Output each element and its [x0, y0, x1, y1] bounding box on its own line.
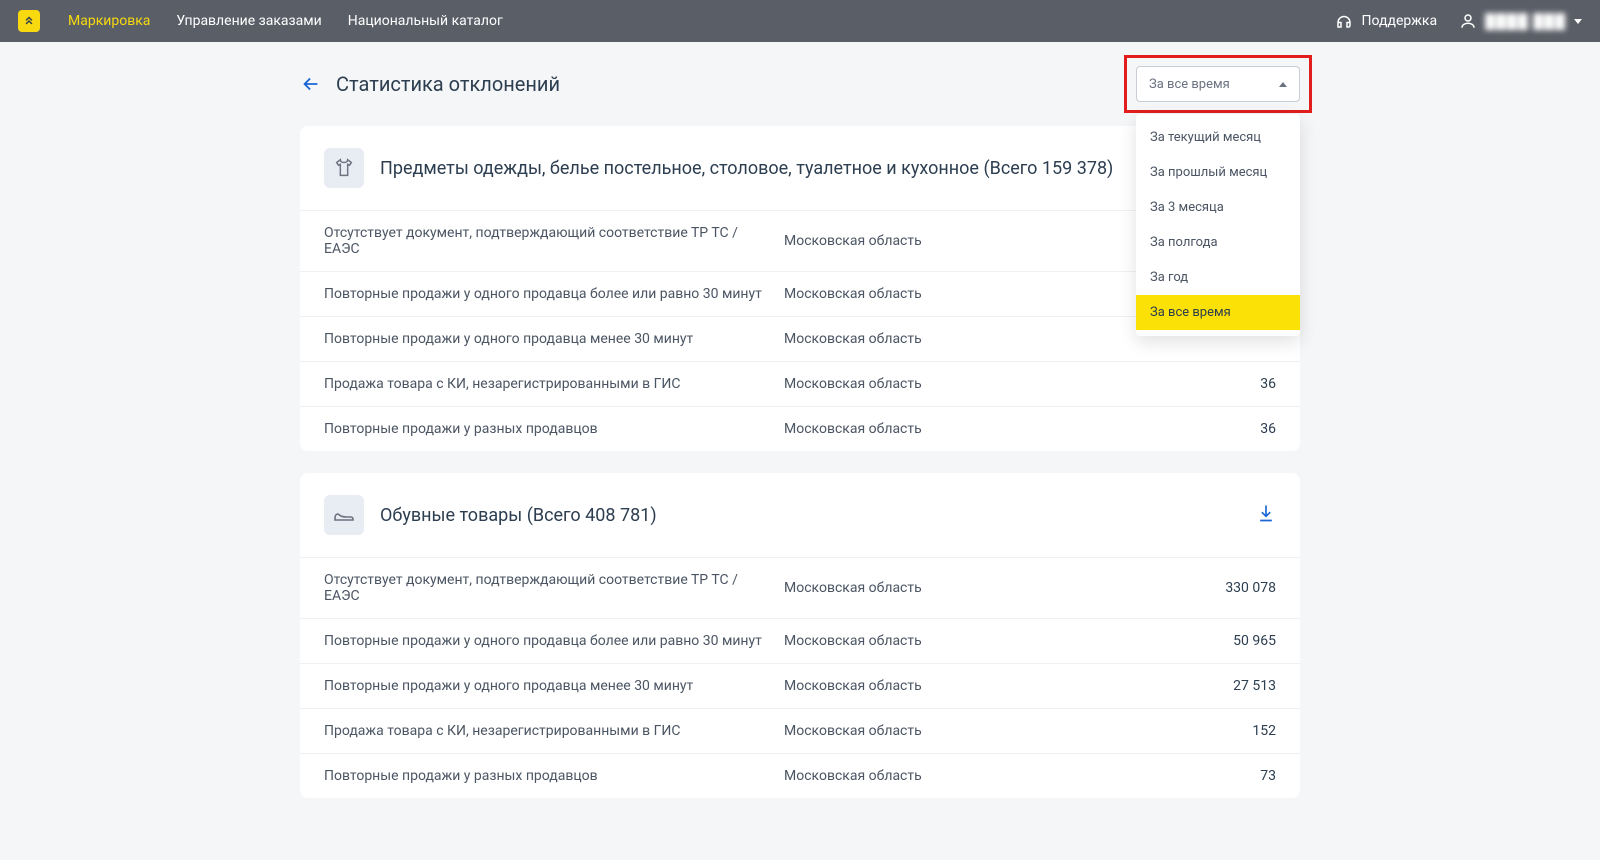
card-header: Обувные товары (Всего 408 781) [300, 473, 1300, 557]
period-option-0[interactable]: За текущий месяц [1136, 120, 1300, 155]
row-description: Повторные продажи у одного продавца боле… [324, 286, 784, 302]
row-description: Повторные продажи у одного продавца мене… [324, 678, 784, 694]
row-description: Продажа товара с КИ, незарегистрированны… [324, 723, 784, 739]
row-description: Повторные продажи у разных продавцов [324, 421, 784, 437]
table-row[interactable]: Повторные продажи у разных продавцовМоск… [300, 406, 1300, 451]
table-row[interactable]: Продажа товара с КИ, незарегистрированны… [300, 361, 1300, 406]
table-row[interactable]: Повторные продажи у разных продавцовМоск… [300, 753, 1300, 798]
period-option-3[interactable]: За полгода [1136, 225, 1300, 260]
row-count: 36 [1156, 376, 1276, 392]
row-region: Московская область [784, 678, 1156, 694]
period-selected-label: За все время [1149, 77, 1230, 92]
main-nav: Маркировка Управление заказами Национальны… [68, 13, 1335, 29]
user-menu[interactable]: ████ ███ [1459, 12, 1582, 30]
chevron-up-icon [1279, 82, 1287, 87]
row-region: Московская область [784, 768, 1156, 784]
app-header: Маркировка Управление заказами Национальны… [0, 0, 1600, 42]
category-card: Обувные товары (Всего 408 781) Отсутствуе… [300, 473, 1300, 798]
period-filter: За все время За текущий месяцЗа прошлый … [1136, 66, 1300, 102]
shoe-icon [324, 495, 364, 535]
row-description: Повторные продажи у одного продавца боле… [324, 633, 784, 649]
period-dropdown-button[interactable]: За все время [1136, 66, 1300, 102]
table-row[interactable]: Отсутствует документ, подтверждающий соо… [300, 557, 1300, 618]
row-region: Московская область [784, 580, 1156, 596]
user-icon [1459, 12, 1477, 30]
row-count: 50 965 [1156, 633, 1276, 649]
shirt-icon [324, 148, 364, 188]
support-link[interactable]: Поддержка [1335, 12, 1437, 30]
nav-item-1[interactable]: Управление заказами [176, 13, 321, 29]
arrow-left-icon [300, 73, 322, 95]
card-title: Обувные товары (Всего 408 781) [380, 505, 1240, 526]
row-count: 152 [1156, 723, 1276, 739]
row-description: Повторные продажи у разных продавцов [324, 768, 784, 784]
period-option-4[interactable]: За год [1136, 260, 1300, 295]
row-description: Повторные продажи у одного продавца мене… [324, 331, 784, 347]
page-title: Статистика отклонений [336, 72, 560, 96]
row-region: Московская область [784, 633, 1156, 649]
row-region: Московская область [784, 421, 1156, 437]
row-region: Московская область [784, 723, 1156, 739]
row-count: 36 [1156, 421, 1276, 437]
user-name: ████ ███ [1485, 13, 1566, 30]
table-row[interactable]: Повторные продажи у одного продавца боле… [300, 618, 1300, 663]
row-region: Московская область [784, 233, 1156, 249]
row-count: 27 513 [1156, 678, 1276, 694]
row-description: Отсутствует документ, подтверждающий соо… [324, 225, 784, 257]
nav-item-2[interactable]: Национальный каталог [348, 13, 503, 29]
row-count: 330 078 [1156, 580, 1276, 596]
row-count: 73 [1156, 768, 1276, 784]
period-dropdown-menu: За текущий месяцЗа прошлый месяцЗа 3 мес… [1136, 114, 1300, 336]
row-region: Московская область [784, 286, 1156, 302]
row-region: Московская область [784, 331, 1156, 347]
row-description: Отсутствует документ, подтверждающий соо… [324, 572, 784, 604]
period-option-1[interactable]: За прошлый месяц [1136, 155, 1300, 190]
app-logo[interactable] [18, 10, 40, 32]
support-label: Поддержка [1361, 13, 1437, 29]
back-button[interactable] [300, 73, 322, 95]
period-option-2[interactable]: За 3 месяца [1136, 190, 1300, 225]
row-description: Продажа товара с КИ, незарегистрированны… [324, 376, 784, 392]
chevron-down-icon [1574, 19, 1582, 24]
table-row[interactable]: Повторные продажи у одного продавца мене… [300, 663, 1300, 708]
download-button[interactable] [1256, 503, 1276, 527]
headset-icon [1335, 12, 1353, 30]
row-region: Московская область [784, 376, 1156, 392]
nav-item-0[interactable]: Маркировка [68, 13, 150, 29]
table-row[interactable]: Продажа товара с КИ, незарегистрированны… [300, 708, 1300, 753]
period-option-5[interactable]: За все время [1136, 295, 1300, 330]
